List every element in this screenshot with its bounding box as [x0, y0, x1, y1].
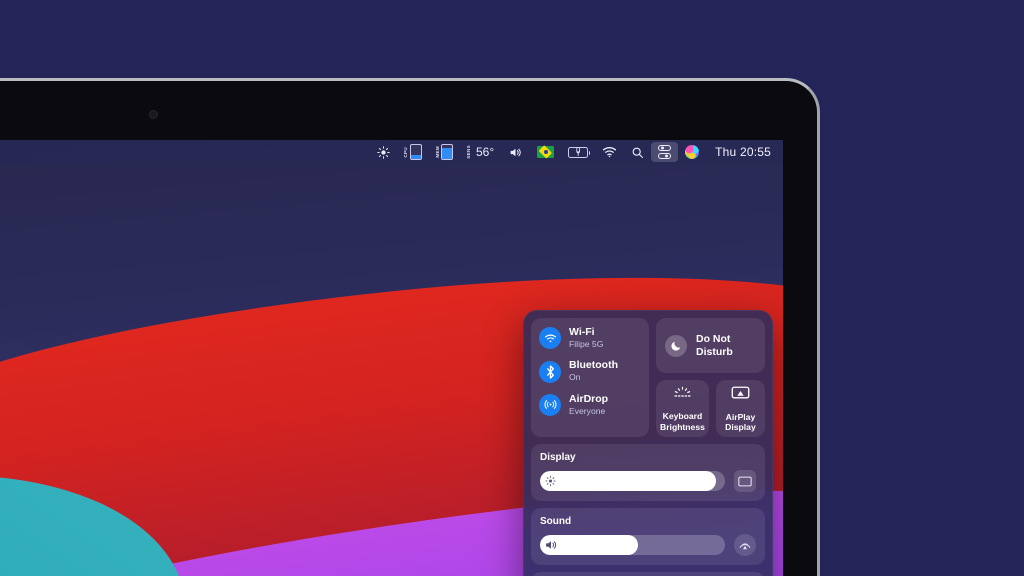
connectivity-card: Wi-Fi Filipe 5G Bluetooth On AirDrop Eve…	[531, 318, 649, 437]
airdrop-row[interactable]: AirDrop Everyone	[539, 392, 641, 416]
wifi-title: Wi-Fi	[569, 326, 595, 338]
wifi-subtitle: Filipe 5G	[569, 338, 604, 349]
wifi-status-icon[interactable]	[595, 142, 624, 162]
keyboard-brightness-label2: Brightness	[660, 421, 705, 432]
moon-icon	[665, 334, 687, 357]
screen-mirroring-button[interactable]	[734, 470, 756, 492]
wifi-icon	[539, 327, 561, 350]
airplay-display-label1: AirPlay	[725, 411, 756, 422]
airplay-display-label2: Display	[725, 422, 756, 432]
spotlight-search-icon[interactable]	[624, 142, 651, 162]
bluetooth-row[interactable]: Bluetooth On	[539, 359, 641, 383]
airplay-display-icon	[731, 386, 750, 406]
siri-button[interactable]	[678, 142, 706, 162]
control-center-panel: Wi-Fi Filipe 5G Bluetooth On AirDrop Eve…	[523, 310, 773, 576]
input-source-flag[interactable]	[530, 142, 561, 162]
speaker-wave-icon	[545, 540, 558, 551]
cpu-monitor[interactable]: CPU	[397, 142, 429, 162]
temperature-monitor[interactable]: SENS 56°	[460, 142, 501, 162]
display-brightness-slider[interactable]	[540, 471, 725, 491]
brightness-icon	[545, 475, 556, 487]
control-center-top-row: Wi-Fi Filipe 5G Bluetooth On AirDrop Eve…	[531, 318, 765, 437]
cpu-label: CPU	[403, 146, 409, 158]
battery-status[interactable]	[561, 142, 595, 162]
control-center-right-column: Do Not Disturb Keyboard Brightness AirPl…	[656, 318, 765, 437]
control-center-button[interactable]	[651, 142, 679, 162]
airdrop-subtitle: Everyone	[569, 405, 606, 416]
brazil-flag-icon	[537, 146, 555, 158]
memory-gauge-icon	[441, 144, 454, 160]
do-not-disturb-button[interactable]: Do Not Disturb	[656, 318, 765, 373]
sensors-label: SENS	[466, 145, 472, 159]
display-label: Display	[540, 452, 576, 463]
menu-bar: CPU MEM SENS 56° Thu 20:55	[0, 140, 783, 164]
battery-charging-icon	[568, 146, 591, 158]
menubar-clock[interactable]: Thu 20:55	[706, 142, 773, 162]
keyboard-brightness-icon	[672, 386, 693, 405]
keyboard-brightness-label1: Keyboard	[662, 411, 703, 422]
sound-label: Sound	[540, 516, 572, 527]
cpu-gauge-icon	[409, 144, 422, 160]
laptop-screen: CPU MEM SENS 56° Thu 20:55 Wi-Fi Filipe …	[0, 140, 783, 576]
airdrop-icon	[539, 393, 561, 416]
brightness-icon[interactable]	[370, 142, 397, 162]
sound-volume-slider[interactable]	[540, 535, 725, 555]
bluetooth-title: Bluetooth	[569, 359, 618, 372]
siri-icon	[685, 145, 700, 159]
airplay-display-tile[interactable]: AirPlay Display	[715, 380, 765, 437]
memory-monitor[interactable]: MEM	[429, 142, 461, 162]
airdrop-title: AirDrop	[569, 392, 609, 405]
volume-icon[interactable]	[501, 142, 530, 162]
webcam-icon	[149, 110, 158, 119]
keyboard-brightness-tile[interactable]: Keyboard Brightness	[656, 380, 709, 437]
airplay-audio-button[interactable]	[734, 534, 756, 556]
wifi-row[interactable]: Wi-Fi Filipe 5G	[539, 326, 641, 350]
control-center-icon	[658, 145, 672, 159]
dnd-label-line1: Do Not	[696, 332, 731, 345]
bluetooth-subtitle: On	[569, 372, 581, 383]
sound-section: Sound	[531, 508, 765, 565]
dnd-label-line2: Disturb	[696, 345, 733, 358]
temperature-value: 56°	[476, 145, 495, 159]
control-center-tile-row: Keyboard Brightness AirPlay Display	[656, 380, 765, 437]
now-playing-widget: Daydreamer AURORA – A Different Kind of…	[531, 572, 765, 576]
display-section: Display	[531, 444, 765, 501]
memory-label: MEM	[434, 146, 440, 158]
bluetooth-icon	[539, 360, 561, 383]
